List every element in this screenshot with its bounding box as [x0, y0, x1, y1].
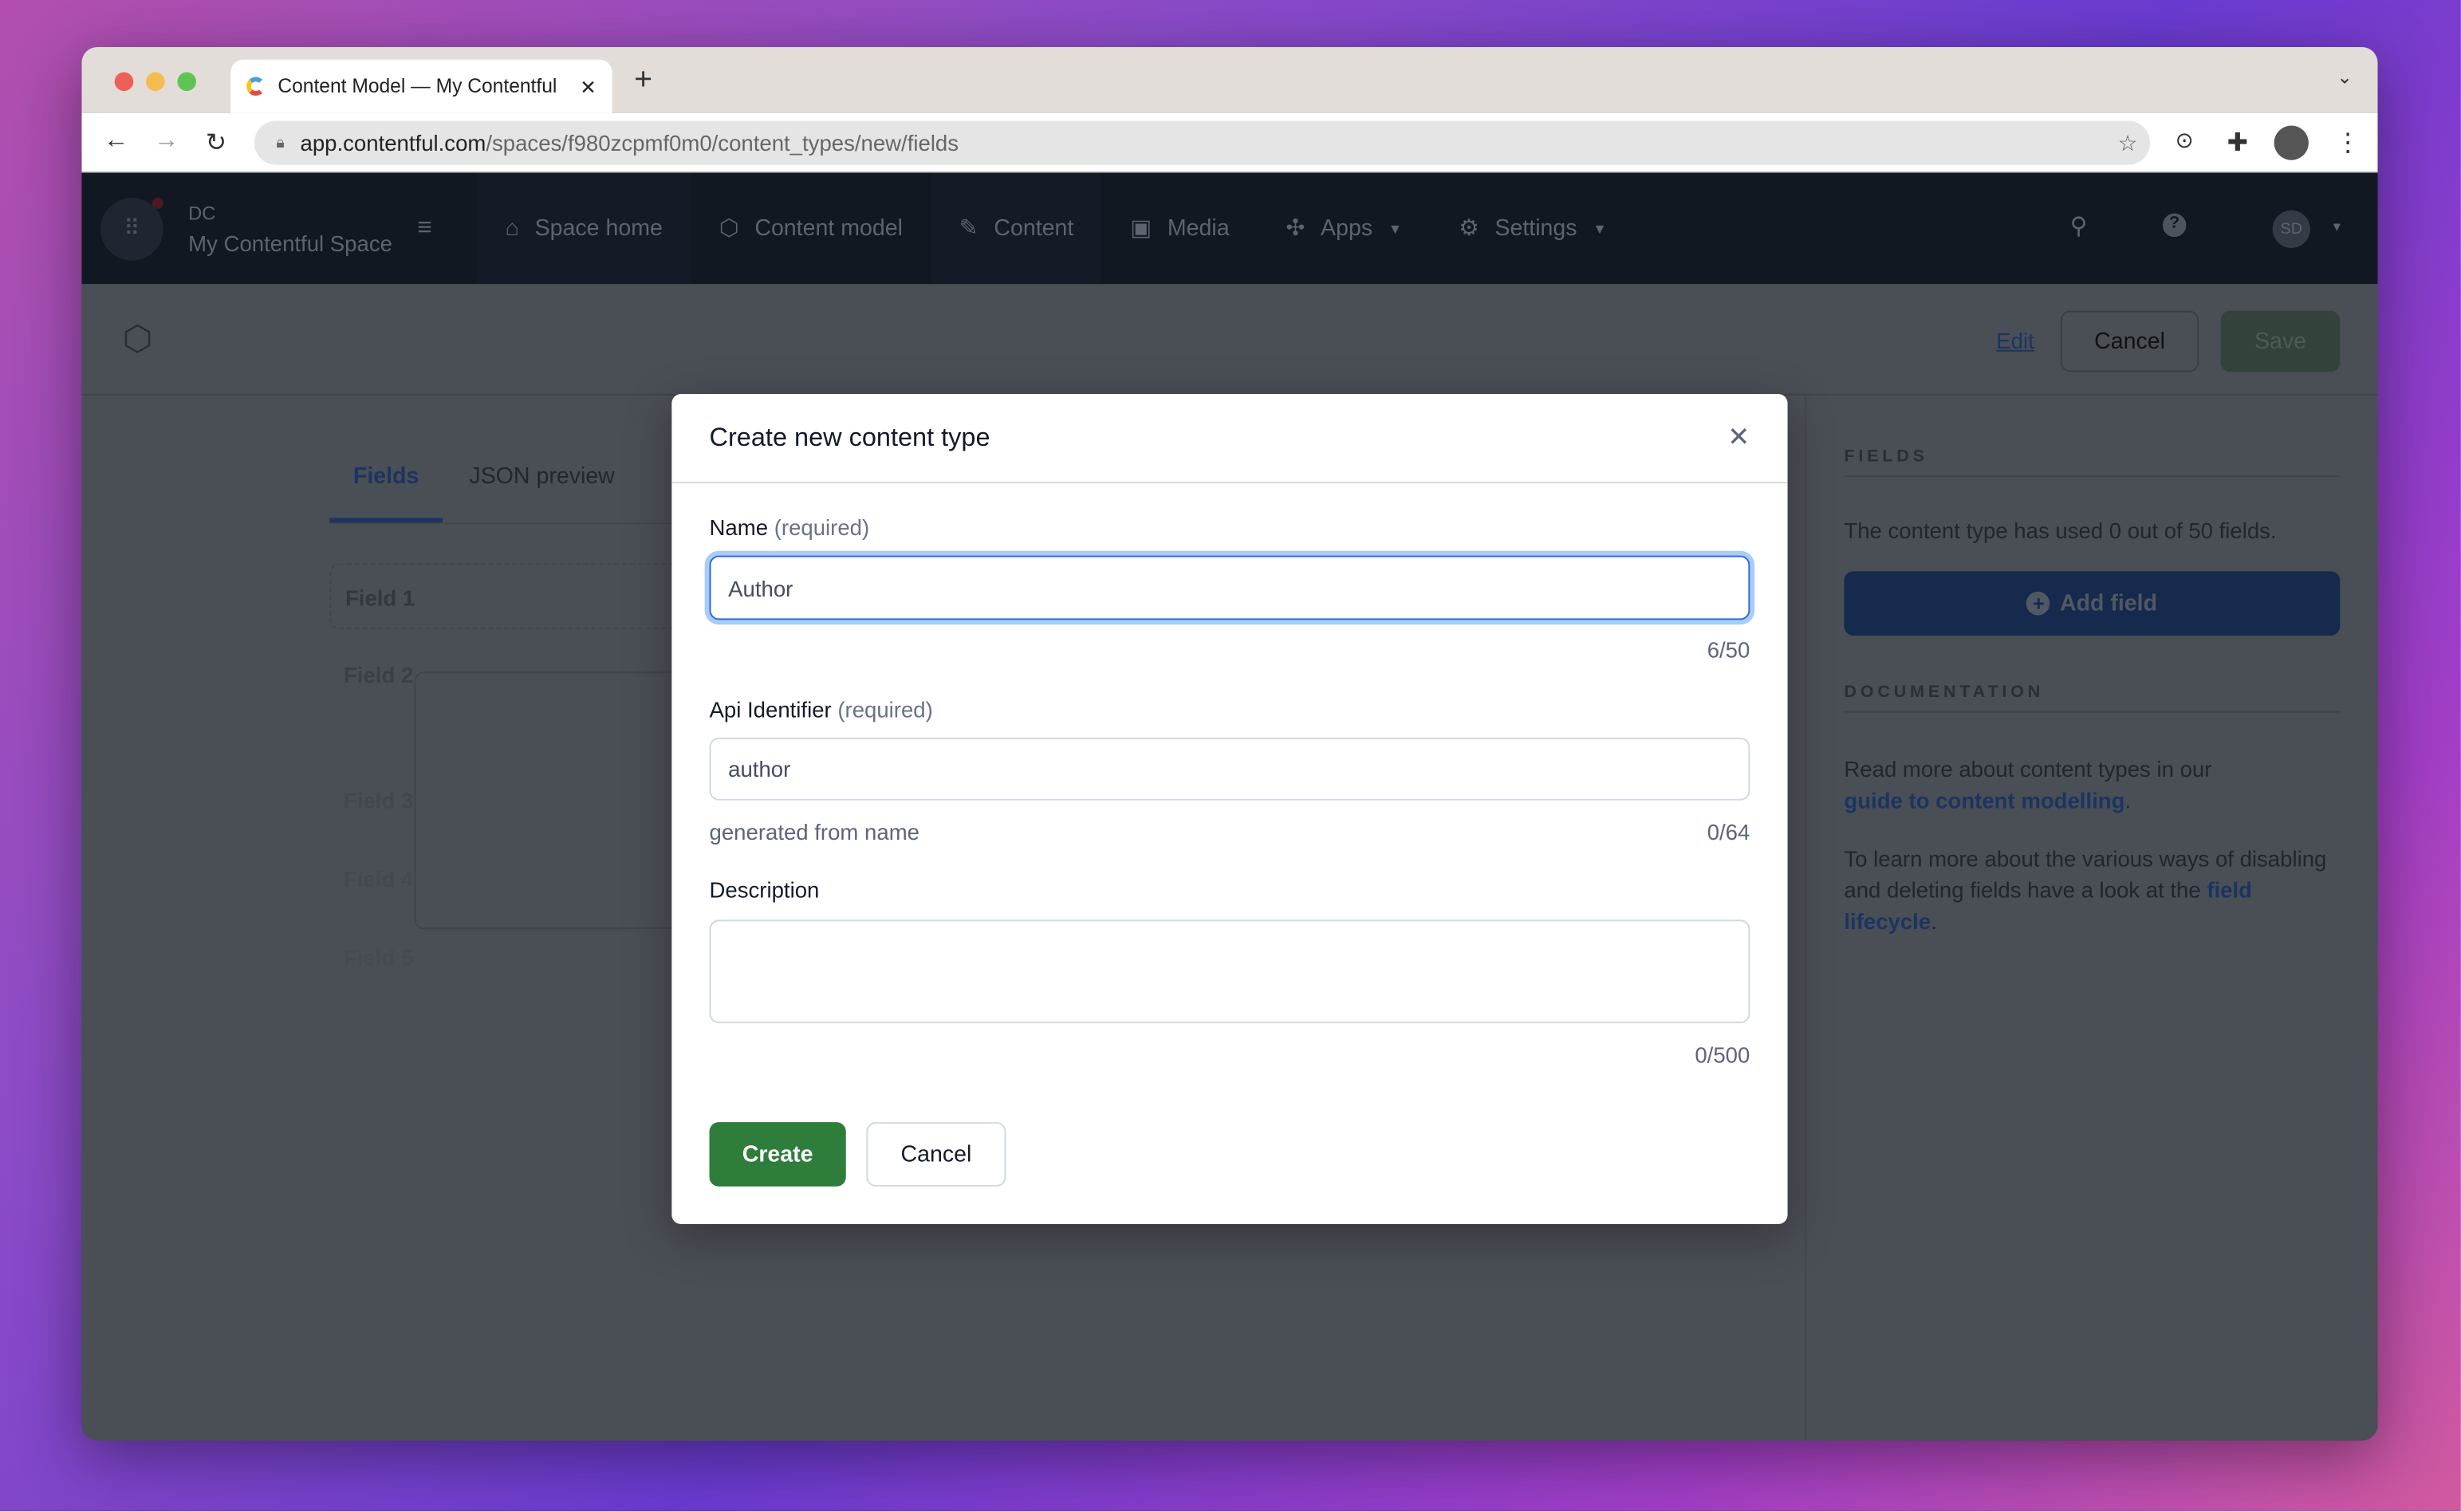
- cube-icon: ⬡: [719, 215, 739, 242]
- field-placeholder: Field 3: [343, 787, 414, 813]
- space-switcher[interactable]: ⠿ DC My Contentful Space ≡: [81, 172, 477, 284]
- nav-label: Settings: [1494, 215, 1577, 242]
- app-grid-icon: ⠿: [100, 196, 163, 260]
- name-char-count: 6/50: [1707, 637, 1750, 663]
- modal-title: Create new content type: [709, 423, 990, 451]
- address-bar[interactable]: 🔒︎ app.contentful.com/spaces/f980zcpmf0m…: [254, 120, 2151, 165]
- back-icon[interactable]: ←: [104, 127, 128, 155]
- name-input[interactable]: Author: [709, 555, 1750, 620]
- description-label: Description: [709, 877, 820, 903]
- extension-icon[interactable]: ⊙: [2176, 127, 2194, 153]
- create-button[interactable]: Create: [709, 1122, 846, 1187]
- puzzle-icon: ✣: [1286, 215, 1305, 242]
- nav-space-home[interactable]: ⌂ Space home: [477, 172, 691, 285]
- extensions-puzzle-icon[interactable]: ✚: [2227, 127, 2248, 158]
- add-field-button[interactable]: + Add field: [1844, 571, 2341, 636]
- edit-link[interactable]: Edit: [1996, 328, 2034, 352]
- caret-down-icon[interactable]: ▼: [2330, 220, 2343, 234]
- help-icon[interactable]: ?: [2162, 213, 2187, 238]
- content-type-cube-icon: ⬡: [122, 318, 153, 358]
- content-type-header: ⬡ Edit Cancel Save: [81, 284, 2378, 396]
- tab-list-chevron-icon[interactable]: ⌄: [2337, 66, 2353, 89]
- search-icon[interactable]: ⚲: [2070, 212, 2088, 240]
- modal-cancel-button[interactable]: Cancel: [866, 1122, 1006, 1187]
- header-cancel-button[interactable]: Cancel: [2060, 310, 2199, 372]
- tab-json-preview[interactable]: JSON preview: [443, 459, 614, 523]
- hamburger-icon[interactable]: ≡: [417, 215, 431, 242]
- api-identifier-label: Api Identifier (required): [709, 696, 933, 723]
- fields-usage-text: The content type has used 0 out of 50 fi…: [1844, 518, 2277, 543]
- nav-content-model[interactable]: ⬡ Content model: [691, 172, 931, 284]
- api-identifier-input[interactable]: author: [709, 737, 1750, 801]
- doc-text: Read more about content types in our: [1844, 756, 2212, 782]
- space-name: My Contentful Space: [188, 230, 392, 255]
- user-avatar[interactable]: SD: [2272, 210, 2310, 248]
- maximize-window-button[interactable]: [177, 72, 196, 92]
- doc-text: To learn more about the various ways of …: [1844, 845, 2327, 903]
- house-icon: ⌂: [505, 215, 519, 242]
- desktop: Content Model — My Contentful ✕ + ⌄ ← → …: [0, 0, 2461, 1512]
- description-textarea[interactable]: [709, 919, 1750, 1024]
- caret-down-icon: ▼: [1388, 220, 1403, 237]
- api-identifier-char-count: 0/64: [1707, 819, 1750, 845]
- nav-content[interactable]: ✎ Content: [931, 172, 1102, 285]
- nav-settings[interactable]: ⚙ Settings ▼: [1431, 172, 1635, 284]
- content-modelling-guide-link[interactable]: guide to content modelling: [1844, 788, 2124, 813]
- nav-label: Apps: [1321, 215, 1373, 242]
- save-button[interactable]: Save: [2220, 310, 2341, 372]
- reload-icon[interactable]: ↻: [206, 127, 226, 158]
- org-initials: DC: [188, 201, 216, 224]
- close-window-button[interactable]: [114, 72, 134, 92]
- add-field-label: Add field: [2059, 590, 2158, 616]
- nav-label: Media: [1167, 215, 1230, 242]
- right-sidebar: FIELDS The content type has used 0 out o…: [1805, 395, 2377, 1441]
- app-nav: ⠿ DC My Contentful Space ≡ ⌂ Space home ⬡…: [81, 172, 2378, 285]
- browser-toolbar: ← → ↻ 🔒︎ app.contentful.com/spaces/f980z…: [81, 112, 2378, 173]
- pen-icon: ✎: [959, 215, 978, 242]
- browser-tab[interactable]: Content Model — My Contentful ✕: [230, 59, 612, 113]
- plus-circle-icon: +: [2026, 591, 2051, 616]
- url-path: /spaces/f980zcpmf0m0/content_types/new/f…: [486, 130, 959, 156]
- tab-title: Content Model — My Contentful: [278, 75, 557, 98]
- image-icon: ▣: [1130, 215, 1152, 242]
- name-label: Name (required): [709, 514, 870, 540]
- gear-icon: ⚙: [1459, 215, 1479, 242]
- modal-header: Create new content type ✕: [671, 394, 1788, 484]
- tab-fields[interactable]: Fields: [329, 459, 443, 523]
- nav-label: Content: [994, 215, 1074, 242]
- caret-down-icon: ▼: [1593, 220, 1607, 237]
- nav-apps[interactable]: ✣ Apps ▼: [1258, 172, 1431, 284]
- documentation-heading: DOCUMENTATION: [1844, 683, 2341, 713]
- nav-media[interactable]: ▣ Media: [1102, 172, 1258, 284]
- tab-bar: Content Model — My Contentful ✕ + ⌄: [81, 47, 2378, 113]
- fields-heading: FIELDS: [1844, 447, 2341, 478]
- minimize-window-button[interactable]: [146, 72, 165, 92]
- close-icon[interactable]: ✕: [1727, 422, 1750, 453]
- bookmark-star-icon[interactable]: ☆: [2118, 129, 2138, 156]
- nav-label: Space home: [534, 215, 663, 242]
- url-host: app.contentful.com: [300, 130, 486, 156]
- create-content-type-modal: Create new content type ✕ Name (required…: [671, 393, 1788, 1225]
- field-placeholder: Field 4: [343, 866, 414, 892]
- close-tab-icon[interactable]: ✕: [580, 74, 597, 98]
- new-tab-button[interactable]: +: [634, 63, 652, 99]
- api-identifier-help: generated from name: [709, 819, 919, 845]
- contentful-favicon-icon: [246, 77, 266, 96]
- forward-icon[interactable]: →: [154, 127, 179, 155]
- field-placeholder: Field 5: [343, 944, 414, 971]
- description-char-count: 0/500: [1695, 1041, 1750, 1068]
- nav-label: Content model: [754, 215, 903, 242]
- browser-menu-icon[interactable]: ⋮: [2335, 127, 2360, 158]
- profile-avatar[interactable]: [2274, 125, 2309, 160]
- lock-icon: 🔒︎: [276, 134, 285, 152]
- field-placeholder: Field 2: [343, 662, 414, 687]
